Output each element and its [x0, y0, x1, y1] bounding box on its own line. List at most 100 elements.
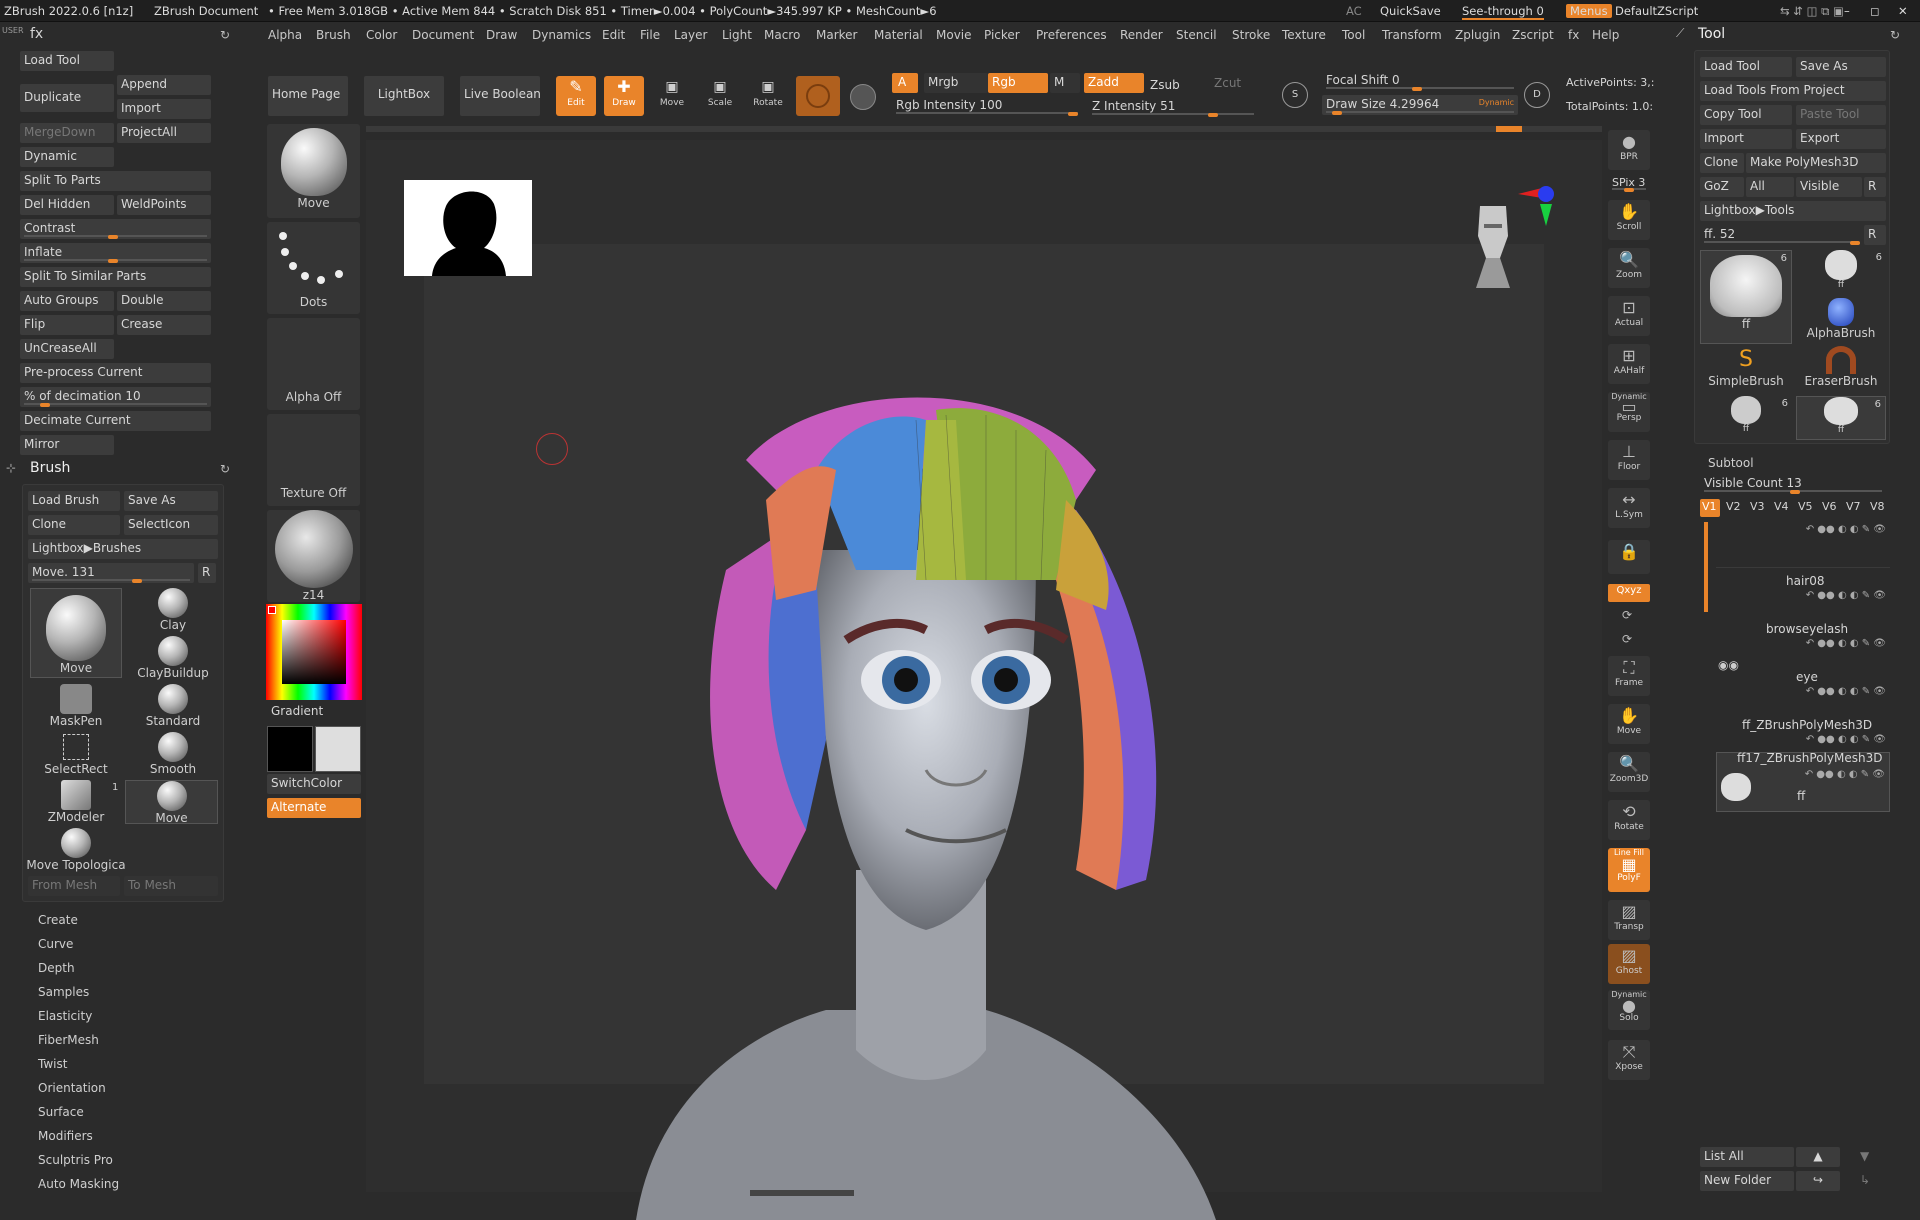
brush-tile-standard[interactable]: Standard: [128, 684, 218, 728]
subtool-visibility-icons[interactable]: ↶ ●● ◐ ◐ ✎ 👁: [1805, 769, 1885, 780]
refresh-icon[interactable]: ↻: [220, 28, 230, 42]
tool-thumb-ff[interactable]: ff 6: [1796, 250, 1886, 294]
rotate-mode-button[interactable]: ▣ Rotate: [748, 76, 788, 116]
auto-groups-button[interactable]: Auto Groups: [20, 291, 114, 311]
tool-thumb-ff-2[interactable]: ff 6: [1700, 396, 1792, 440]
quicksave-button[interactable]: QuickSave: [1380, 4, 1441, 18]
subpalette-orientation[interactable]: Orientation: [38, 1081, 106, 1095]
folder-action2-icon[interactable]: ↳: [1860, 1173, 1870, 1187]
mirror-button[interactable]: Mirror: [20, 435, 114, 455]
draw-mode-button[interactable]: ✚ Draw: [604, 76, 644, 116]
subtool-visibility-icons[interactable]: ↶ ●● ◐ ◐ ✎ 👁: [1806, 686, 1886, 697]
dynamic-d-icon[interactable]: D: [1524, 82, 1550, 108]
brush-tile-clay[interactable]: Clay: [128, 588, 218, 632]
subtool-visibility-icons[interactable]: ↶ ●● ◐ ◐ ✎ 👁: [1806, 524, 1886, 535]
color-saturation-square[interactable]: [282, 620, 346, 684]
mrgb-button[interactable]: Mrgb: [924, 73, 988, 93]
menu-dynamics[interactable]: Dynamics: [532, 28, 591, 42]
view-head-icon[interactable]: [1470, 196, 1516, 292]
tool-import-button[interactable]: Import: [1700, 129, 1792, 149]
split-to-parts-button[interactable]: Split To Parts: [20, 171, 211, 191]
append-button[interactable]: Append: [117, 75, 211, 95]
menu-zscript[interactable]: Zscript: [1512, 28, 1554, 42]
window-layout-icons[interactable]: ⇆ ⇵ ◫ ⧉ ▣: [1780, 4, 1844, 19]
version-v1[interactable]: V1: [1700, 499, 1720, 517]
version-v8[interactable]: V8: [1870, 500, 1885, 513]
menu-material[interactable]: Material: [874, 28, 923, 42]
zoom-button[interactable]: 🔍 Zoom: [1608, 248, 1650, 288]
palette-drag-icon[interactable]: ⊹: [6, 461, 16, 475]
decimate-current-button[interactable]: Decimate Current: [20, 411, 211, 431]
canvas-bottom-handle[interactable]: [750, 1190, 854, 1196]
lsym-button[interactable]: ↔ L.Sym: [1608, 488, 1650, 528]
brush-tile-selectrect[interactable]: SelectRect: [30, 732, 122, 776]
subtool-visibility-icons[interactable]: ↶ ●● ◐ ◐ ✎ 👁: [1806, 734, 1886, 745]
m-button[interactable]: M: [1050, 73, 1080, 93]
bpr-button[interactable]: ● BPR: [1608, 130, 1650, 170]
del-hidden-button[interactable]: Del Hidden: [20, 195, 114, 215]
mergedown-button[interactable]: MergeDown: [20, 123, 114, 143]
subpalette-surface[interactable]: Surface: [38, 1105, 84, 1119]
flip-button[interactable]: Flip: [20, 315, 114, 335]
move-view-button[interactable]: ✋ Move: [1608, 704, 1650, 744]
folder-action-icon[interactable]: ↪: [1796, 1171, 1840, 1191]
subtool-visibility-icons[interactable]: ↶ ●● ◐ ◐ ✎ 👁: [1806, 638, 1886, 649]
weldpoints-button[interactable]: WeldPoints: [117, 195, 211, 215]
tool-save-button[interactable]: Save As: [1796, 57, 1886, 77]
tool-slider[interactable]: ff. 52: [1700, 225, 1862, 245]
brush-tile-zmodeler[interactable]: ZModeler 1: [30, 780, 122, 824]
color-picker[interactable]: [266, 604, 362, 700]
main-color-swatch[interactable]: [267, 726, 313, 772]
subpalette-curve[interactable]: Curve: [38, 937, 73, 951]
brush-refresh-icon[interactable]: ↻: [220, 462, 230, 476]
version-v2[interactable]: V2: [1726, 500, 1741, 513]
subtool-row-selected[interactable]: ff17_ZBrushPolyMesh3D ↶ ●● ◐ ◐ ✎ 👁 ff: [1716, 751, 1890, 812]
version-v4[interactable]: V4: [1774, 500, 1789, 513]
minimize-icon[interactable]: –: [1844, 4, 1850, 18]
menu-zplugin[interactable]: Zplugin: [1455, 28, 1500, 42]
save-brush-button[interactable]: Save As: [124, 491, 218, 511]
tool-clone-button[interactable]: Clone: [1700, 153, 1744, 173]
gradient-label[interactable]: Gradient: [271, 704, 323, 718]
lock-button[interactable]: 🔒: [1608, 540, 1650, 574]
subpalette-elasticity[interactable]: Elasticity: [38, 1009, 92, 1023]
split-similar-button[interactable]: Split To Similar Parts: [20, 267, 211, 287]
tool-export-button[interactable]: Export: [1796, 129, 1886, 149]
inflate-slider[interactable]: Inflate: [20, 243, 211, 263]
tool-load-button[interactable]: Load Tool: [1700, 57, 1792, 77]
menu-brush[interactable]: Brush: [316, 28, 351, 42]
zoom3d-button[interactable]: 🔍 Zoom3D: [1608, 752, 1650, 792]
selecticon-button[interactable]: SelectIcon: [124, 515, 218, 535]
zadd-button[interactable]: Zadd: [1084, 73, 1144, 93]
subpalette-twist[interactable]: Twist: [38, 1057, 67, 1071]
lightbox-brushes-button[interactable]: Lightbox▶Brushes: [28, 539, 218, 559]
shelf-stroke-dots[interactable]: Dots: [267, 222, 360, 314]
subtool-scrollbar[interactable]: [1704, 522, 1708, 612]
subtool-row[interactable]: ff_ZBrushPolyMesh3D ↶ ●● ◐ ◐ ✎ 👁: [1716, 704, 1890, 750]
menu-draw[interactable]: Draw: [486, 28, 517, 42]
subpalette-auto-masking[interactable]: Auto Masking: [38, 1177, 119, 1191]
menu-render[interactable]: Render: [1120, 28, 1163, 42]
from-mesh-button[interactable]: From Mesh: [28, 876, 120, 896]
move-mode-button[interactable]: ▣ Move: [652, 76, 692, 116]
menu-file[interactable]: File: [640, 28, 660, 42]
tool-slider-r-button[interactable]: R: [1864, 225, 1886, 245]
tool-thumb-simplebrush[interactable]: S SimpleBrush: [1700, 346, 1792, 392]
canvas-area[interactable]: [366, 140, 1602, 1220]
goz-button[interactable]: GoZ: [1700, 177, 1744, 197]
subtool-visibility-icons[interactable]: ↶ ●● ◐ ◐ ✎ 👁: [1806, 590, 1886, 601]
ghost-button[interactable]: ▨ Ghost: [1608, 944, 1650, 984]
menu-fx[interactable]: fx: [1568, 28, 1579, 42]
solo-button[interactable]: Dynamic ● Solo: [1608, 990, 1650, 1030]
rgb-button[interactable]: Rgb: [988, 73, 1048, 93]
spix-slider[interactable]: SPix 3: [1608, 174, 1650, 192]
edit-mode-button[interactable]: ✎ Edit: [556, 76, 596, 116]
scroll-button[interactable]: ✋ Scroll: [1608, 200, 1650, 240]
home-page-button[interactable]: Home Page: [268, 76, 348, 116]
paste-tool-button[interactable]: Paste Tool: [1796, 105, 1886, 125]
version-v5[interactable]: V5: [1798, 500, 1813, 513]
double-button[interactable]: Double: [117, 291, 211, 311]
duplicate-button[interactable]: Duplicate: [20, 84, 114, 112]
crease-button[interactable]: Crease: [117, 315, 211, 335]
menu-layer[interactable]: Layer: [674, 28, 707, 42]
